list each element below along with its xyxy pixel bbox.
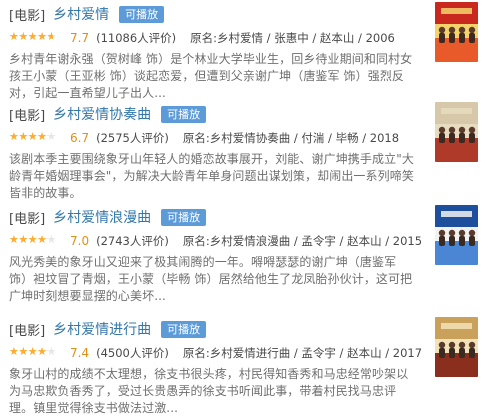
result-item: [电影] 乡村爱情进行曲 可播放 ★★★★★ ★★★★★ 7.4 (4500人评…	[0, 313, 493, 419]
movie-poster[interactable]	[435, 205, 478, 265]
movie-poster[interactable]	[435, 2, 478, 62]
movie-poster[interactable]	[435, 102, 478, 162]
rating-stars: ★★★★★ ★★★★★	[9, 232, 64, 247]
playable-badge[interactable]: 可播放	[161, 320, 207, 338]
rating-score: 7.7	[70, 31, 90, 45]
playable-badge[interactable]: 可播放	[161, 105, 207, 123]
rating-count: (2743人评价)	[96, 234, 169, 248]
movie-info: 原名:乡村爱情协奏曲 / 付湍 / 毕畅 / 2018	[182, 131, 400, 145]
search-results-list: [电影] 乡村爱情 可播放 ★★★★★ ★★★★★ 7.7 (11086人评价)…	[0, 0, 493, 418]
movie-info: 原名:乡村爱情 / 张惠中 / 赵本山 / 2006	[190, 31, 395, 45]
result-title-row: [电影] 乡村爱情浪漫曲 可播放	[9, 207, 207, 227]
playable-badge[interactable]: 可播放	[119, 5, 165, 23]
rating-stars: ★★★★★ ★★★★★	[9, 344, 64, 359]
result-item: [电影] 乡村爱情 可播放 ★★★★★ ★★★★★ 7.7 (11086人评价)…	[0, 0, 493, 104]
category-label: [电影]	[9, 108, 46, 124]
movie-description: 风光秀美的象牙山又迎来了极其闹腾的一年。嘚嘚瑟瑟的谢广坤（唐鉴军 饰）袒坟冒了青…	[9, 255, 413, 303]
movie-info: 原名:乡村爱情进行曲 / 孟令宇 / 赵本山 / 2017	[182, 346, 423, 360]
rating-count: (4500人评价)	[96, 346, 169, 360]
movie-title-link[interactable]: 乡村爱情	[53, 4, 109, 24]
rating-row: ★★★★★ ★★★★★ 6.7 (2575人评价) 原名:乡村爱情协奏曲 / 付…	[9, 129, 399, 147]
rating-count: (2575人评价)	[96, 131, 169, 145]
category-label: [电影]	[9, 323, 46, 339]
star-icon-filled: ★★★★★	[9, 232, 48, 246]
star-icon-filled: ★★★★★	[9, 29, 53, 43]
result-title-row: [电影] 乡村爱情进行曲 可播放	[9, 319, 207, 339]
playable-badge[interactable]: 可播放	[161, 208, 207, 226]
rating-score: 6.7	[70, 131, 90, 145]
movie-title-link[interactable]: 乡村爱情进行曲	[53, 319, 151, 339]
rating-score: 7.0	[70, 234, 90, 248]
movie-title-link[interactable]: 乡村爱情协奏曲	[53, 104, 151, 124]
star-icon-filled: ★★★★★	[9, 129, 48, 143]
rating-stars: ★★★★★ ★★★★★	[9, 129, 64, 144]
movie-description: 乡村青年谢永强（贺树峰 饰）是个林业大学毕业生，回乡待业期间和同村女孩王小蒙（王…	[9, 52, 413, 100]
movie-poster[interactable]	[435, 317, 478, 377]
movie-description: 该剧本季主要围绕象牙山年轻人的婚恋故事展开，刘能、谢广坤携手成立"大龄青年婚姻理…	[9, 152, 414, 200]
rating-score: 7.4	[70, 346, 90, 360]
category-label: [电影]	[9, 211, 46, 227]
movie-description: 象牙山村的成绩不太理想，徐支书很头疼，村民得知香秀和马忠经常吵架以为马忠欺负香秀…	[9, 367, 409, 415]
rating-row: ★★★★★ ★★★★★ 7.0 (2743人评价) 原名:乡村爱情浪漫曲 / 孟…	[9, 232, 422, 250]
movie-info: 原名:乡村爱情浪漫曲 / 孟令宇 / 赵本山 / 2015	[182, 234, 423, 248]
rating-row: ★★★★★ ★★★★★ 7.4 (4500人评价) 原名:乡村爱情进行曲 / 孟…	[9, 344, 422, 362]
rating-row: ★★★★★ ★★★★★ 7.7 (11086人评价) 原名:乡村爱情 / 张惠中…	[9, 29, 395, 47]
result-title-row: [电影] 乡村爱情 可播放	[9, 4, 165, 24]
result-title-row: [电影] 乡村爱情协奏曲 可播放	[9, 104, 207, 124]
result-item: [电影] 乡村爱情浪漫曲 可播放 ★★★★★ ★★★★★ 7.0 (2743人评…	[0, 201, 493, 307]
movie-title-link[interactable]: 乡村爱情浪漫曲	[53, 207, 151, 227]
rating-stars: ★★★★★ ★★★★★	[9, 29, 64, 44]
star-icon-filled: ★★★★★	[9, 344, 48, 358]
rating-count: (11086人评价)	[96, 31, 177, 45]
result-item: [电影] 乡村爱情协奏曲 可播放 ★★★★★ ★★★★★ 6.7 (2575人评…	[0, 98, 493, 204]
category-label: [电影]	[9, 8, 46, 24]
